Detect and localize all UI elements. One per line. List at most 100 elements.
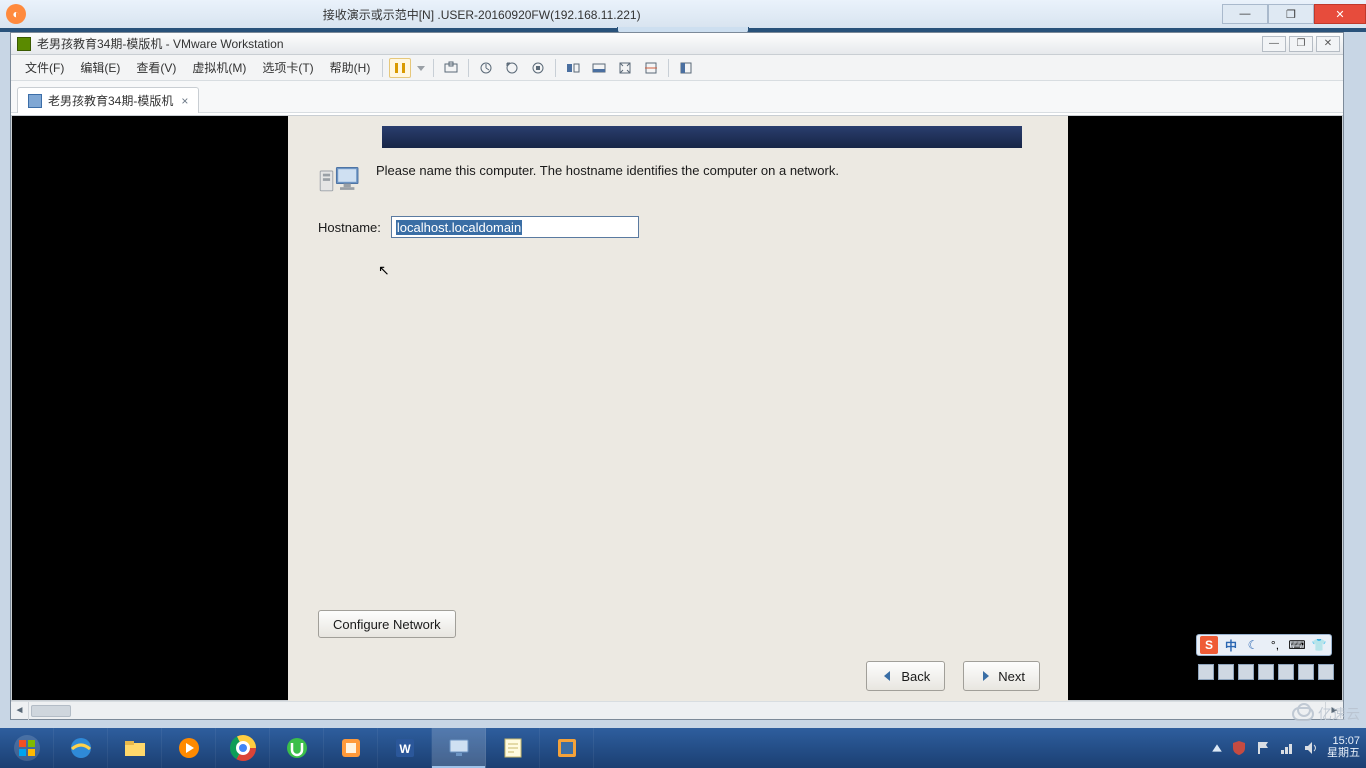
installer-banner (382, 126, 1022, 148)
hscroll-right-button[interactable]: ► (1325, 702, 1343, 720)
chrome-icon (230, 735, 256, 761)
vmware-maximize-button[interactable]: ❐ (1289, 36, 1313, 52)
svg-text:W: W (399, 742, 411, 756)
hscroll-thumb[interactable] (31, 705, 71, 717)
outer-close-button[interactable]: ✕ (1314, 4, 1366, 24)
toolbar-stretch-button[interactable] (640, 58, 662, 78)
computer-network-icon (318, 162, 362, 198)
notepad-icon (500, 735, 526, 761)
toolbar-snapshot-button[interactable] (475, 58, 497, 78)
status-sound-icon[interactable] (1278, 664, 1294, 680)
remote-viewer-title: 接收演示或示范中[N] .USER-20160920FW(192.168.11.… (323, 6, 641, 23)
tray-date: 星期五 (1327, 748, 1360, 760)
menu-view[interactable]: 查看(V) (128, 56, 184, 79)
taskbar-notepad-button[interactable] (486, 728, 540, 768)
taskbar-app1-button[interactable] (324, 728, 378, 768)
vmware-horizontal-scrollbar[interactable]: ◄ ► (11, 701, 1343, 719)
vmware-menubar: 文件(F) 编辑(E) 查看(V) 虚拟机(M) 选项卡(T) 帮助(H) (11, 55, 1343, 81)
vm-tab-icon (28, 94, 42, 108)
folder-icon (122, 735, 148, 761)
vmware-titlebar: 老男孩教育34期-模版机 - VMware Workstation — ❐ ✕ (11, 33, 1343, 55)
back-label: Back (901, 669, 930, 684)
arrow-right-icon (978, 669, 992, 683)
media-player-icon (176, 735, 202, 761)
mouse-cursor-icon: ↖ (378, 262, 390, 279)
tray-flag-icon[interactable] (1255, 740, 1271, 756)
tray-show-hidden-button[interactable] (1211, 742, 1223, 754)
vmware-minimize-button[interactable]: — (1262, 36, 1286, 52)
menu-edit[interactable]: 编辑(E) (72, 56, 128, 79)
taskbar-word-button[interactable]: W (378, 728, 432, 768)
status-hdd-icon[interactable] (1198, 664, 1214, 680)
outer-minimize-button[interactable]: — (1222, 4, 1268, 24)
taskbar-mediaplayer-button[interactable] (162, 728, 216, 768)
toolbar-fullscreen-button[interactable] (614, 58, 636, 78)
arrow-left-icon (881, 669, 895, 683)
vmware-window: 老男孩教育34期-模版机 - VMware Workstation — ❐ ✕ … (10, 32, 1344, 720)
ime-skin-icon[interactable]: 👕 (1310, 636, 1328, 654)
toolbar-power-dropdown[interactable] (415, 58, 427, 78)
next-label: Next (998, 669, 1025, 684)
anaconda-installer: Please name this computer. The hostname … (288, 116, 1068, 702)
windows-logo-icon (13, 734, 41, 762)
ime-softkb-icon[interactable]: ⌨ (1288, 636, 1306, 654)
status-cd-icon[interactable] (1218, 664, 1234, 680)
start-button[interactable] (0, 728, 54, 768)
outer-maximize-button[interactable]: ❐ (1268, 4, 1314, 24)
vmware-tabbar: 老男孩教育34期-模版机 × (11, 81, 1343, 113)
back-button[interactable]: Back (866, 661, 945, 691)
status-net-icon[interactable] (1238, 664, 1254, 680)
taskbar-remote-viewer-button[interactable] (432, 728, 486, 768)
hscroll-left-button[interactable]: ◄ (11, 702, 29, 720)
taskbar-chrome-button[interactable] (216, 728, 270, 768)
taskbar-vmware-button[interactable] (540, 728, 594, 768)
monitor-icon (446, 735, 472, 761)
toolbar-view-console-button[interactable] (562, 58, 584, 78)
hostname-label: Hostname: (318, 220, 381, 235)
ime-mode-icon[interactable]: ☾ (1244, 636, 1262, 654)
ie-icon (68, 735, 94, 761)
menu-help[interactable]: 帮助(H) (322, 56, 379, 79)
vmware-close-button[interactable]: ✕ (1316, 36, 1340, 52)
ime-engine-icon[interactable]: S (1200, 636, 1218, 654)
tray-network-icon[interactable] (1279, 740, 1295, 756)
vm-tab[interactable]: 老男孩教育34期-模版机 × (17, 87, 199, 113)
toolbar-view-unity-button[interactable] (588, 58, 610, 78)
toolbar-snapshot-revert-button[interactable] (501, 58, 523, 78)
toolbar-snapshot-manager-button[interactable] (527, 58, 549, 78)
configure-network-button[interactable]: Configure Network (318, 610, 456, 638)
menu-file[interactable]: 文件(F) (17, 56, 72, 79)
hostname-input[interactable]: localhost.localdomain (391, 216, 639, 238)
tray-clock[interactable]: 15:07 星期五 (1327, 736, 1360, 759)
status-display-icon[interactable] (1318, 664, 1334, 680)
system-tray: 15:07 星期五 (1211, 736, 1366, 759)
remote-viewer-titlebar: ◐ 接收演示或示范中[N] .USER-20160920FW(192.168.1… (0, 0, 1366, 28)
tray-volume-icon[interactable] (1303, 740, 1319, 756)
ime-toolbar[interactable]: S 中 ☾ °, ⌨ 👕 (1196, 634, 1332, 656)
toolbar-pause-button[interactable] (389, 58, 411, 78)
ime-punct-icon[interactable]: °, (1266, 636, 1284, 654)
status-usb-icon[interactable] (1258, 664, 1274, 680)
taskbar-utorrent-button[interactable] (270, 728, 324, 768)
status-printer-icon[interactable] (1298, 664, 1314, 680)
toolbar-send-ctrlaltdel-button[interactable] (440, 58, 462, 78)
toolbar-library-button[interactable] (675, 58, 697, 78)
vmware-icon (554, 735, 580, 761)
installer-message: Please name this computer. The hostname … (376, 162, 839, 180)
vmware-title: 老男孩教育34期-模版机 - VMware Workstation (37, 35, 284, 52)
app-icon (338, 735, 364, 761)
next-button[interactable]: Next (963, 661, 1040, 691)
remote-viewer-app-icon: ◐ (6, 4, 26, 24)
vm-tab-close-button[interactable]: × (181, 94, 188, 108)
taskbar-explorer-button[interactable] (108, 728, 162, 768)
tray-security-icon[interactable] (1231, 740, 1247, 756)
menu-vm[interactable]: 虚拟机(M) (184, 56, 254, 79)
ime-language-icon[interactable]: 中 (1222, 636, 1240, 654)
hostname-value: localhost.localdomain (396, 220, 522, 235)
configure-network-label: Configure Network (333, 617, 441, 632)
vm-guest-display[interactable]: Please name this computer. The hostname … (11, 115, 1343, 701)
vm-tab-label: 老男孩教育34期-模版机 (48, 92, 173, 109)
utorrent-icon (284, 735, 310, 761)
menu-tabs[interactable]: 选项卡(T) (254, 56, 321, 79)
taskbar-ie-button[interactable] (54, 728, 108, 768)
